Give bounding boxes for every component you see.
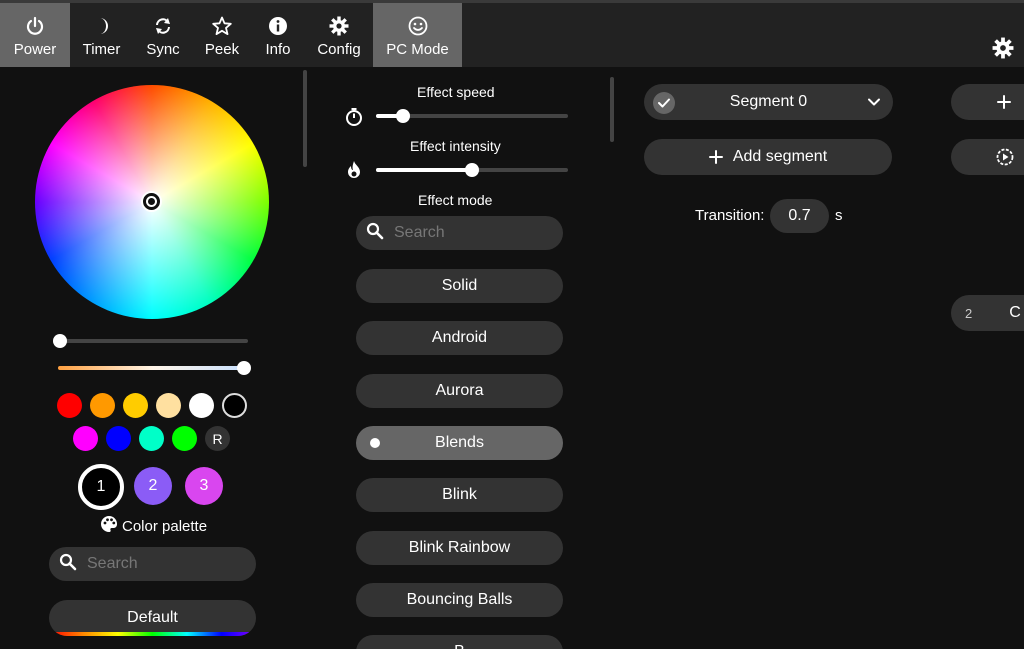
gear-icon [329,15,349,37]
effect-intensity-fill [376,168,472,172]
settings-gear-icon[interactable] [992,37,1014,64]
chevron-down-icon[interactable] [867,95,881,114]
color-slot-3[interactable]: 3 [185,467,223,505]
top-navigation: Power Timer Sync Peek Info Config PC Mod… [0,0,1024,67]
effect-speed-thumb[interactable] [395,109,410,123]
nav-label: Info [265,41,291,58]
middle-panel-scrollbar[interactable] [610,77,614,142]
quick-color-swatch[interactable] [189,393,214,418]
nav-label: Sync [146,41,180,58]
palette-search-placeholder: Search [87,555,138,572]
quick-color-swatch[interactable] [73,426,98,451]
segment-checkbox[interactable] [653,92,675,114]
quick-color-swatch[interactable] [139,426,164,451]
random-color-button[interactable]: R [205,426,230,451]
color-palette-label: Color palette [122,517,208,535]
transition-label: Transition: [695,207,765,224]
sync-icon [153,15,173,37]
nav-info-button[interactable]: Info [251,3,305,67]
brightness-slider[interactable] [58,339,248,343]
nav-label: Config [317,41,361,58]
color-palette-header: Color palette [100,515,207,537]
stopwatch-icon [345,107,363,132]
check-icon [658,98,670,108]
palette-icon [100,515,118,537]
white-balance-slider-thumb[interactable] [237,361,251,375]
add-segment-button[interactable]: Add segment [644,139,892,175]
palette-item-default[interactable]: Default [49,600,256,636]
plus-icon [997,95,1011,109]
preset-name: C [1009,304,1021,321]
effect-search-input[interactable]: Search [356,216,563,250]
effect-item-selected[interactable]: Blends [356,426,563,460]
quick-color-swatch[interactable] [123,393,148,418]
palette-item-label: Default [127,609,178,626]
nav-pc-mode-button[interactable]: PC Mode [373,3,462,67]
quick-color-swatch[interactable] [106,426,131,451]
add-preset-button[interactable] [951,84,1024,120]
segment-0-header[interactable]: Segment 0 [644,84,893,120]
nav-label: PC Mode [386,41,449,58]
effect-intensity-thumb[interactable] [465,163,479,177]
play-circle-icon [996,148,1014,166]
transition-unit: s [835,207,843,224]
power-icon [25,15,45,37]
segment-name: Segment 0 [729,93,808,110]
effect-intensity-label: Effect intensity [410,138,501,154]
quick-color-swatch[interactable] [90,393,115,418]
color-slot-2[interactable]: 2 [134,467,172,505]
left-panel-scrollbar[interactable] [303,70,307,167]
nav-timer-button[interactable]: Timer [70,3,133,67]
color-wheel-handle[interactable] [143,193,160,210]
effect-item[interactable]: Blink Rainbow [356,531,563,565]
effect-search-placeholder: Search [394,224,445,241]
search-icon [366,222,384,245]
effect-item[interactable]: Bouncing Balls [356,583,563,617]
search-icon [59,553,77,576]
nav-label: Timer [82,41,121,58]
nav-power-button[interactable]: Power [0,3,70,67]
effect-speed-label: Effect speed [417,84,495,100]
smiley-icon [408,15,428,37]
color-slot-1[interactable]: 1 [78,464,124,510]
nav-config-button[interactable]: Config [305,3,373,67]
effect-mode-label: Effect mode [418,192,493,208]
effect-item[interactable]: Android [356,321,563,355]
nav-peek-button[interactable]: Peek [193,3,251,67]
nav-label: Power [13,41,57,58]
effect-item[interactable]: Blink [356,478,563,512]
preset-item[interactable]: 2 C [951,295,1024,331]
palette-preview-strip [49,632,256,636]
effect-item[interactable]: Aurora [356,374,563,408]
palette-search-input[interactable]: Search [49,547,256,581]
effect-item-label: Blends [435,434,484,451]
nav-label: Peek [204,41,240,58]
selected-indicator [370,438,380,448]
plus-icon [708,150,723,164]
quick-color-swatch[interactable] [222,393,247,418]
create-playlist-button[interactable] [951,139,1024,175]
nav-sync-button[interactable]: Sync [133,3,193,67]
white-balance-slider[interactable] [58,366,248,370]
quick-color-swatch[interactable] [156,393,181,418]
effect-item[interactable]: Solid [356,269,563,303]
transition-input[interactable]: 0.7 [770,199,829,233]
brightness-slider-thumb[interactable] [53,334,67,348]
flame-icon [346,160,362,185]
info-icon [268,15,288,37]
star-icon [212,15,232,37]
preset-number: 2 [965,305,973,321]
quick-color-swatch[interactable] [57,393,82,418]
moon-icon [93,15,111,37]
effect-item[interactable]: B [356,635,563,649]
add-segment-label: Add segment [732,148,828,165]
quick-color-swatch[interactable] [172,426,197,451]
